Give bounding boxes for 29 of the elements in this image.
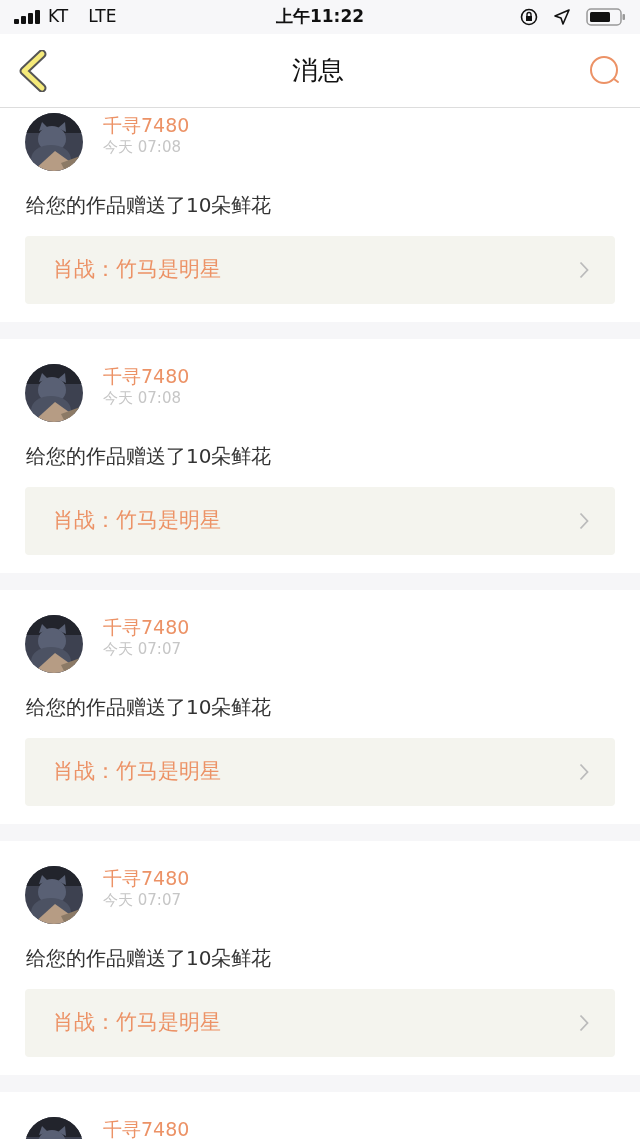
chevron-icon [579,261,589,279]
back-icon[interactable] [18,49,48,92]
chevron-icon [579,1014,589,1032]
work-link[interactable]: 肖战：竹马是明星 [25,989,615,1057]
work-link[interactable]: 肖战：竹马是明星 [25,738,615,806]
battery-icon [586,8,626,26]
message-text: 给您的作品赠送了10朵鲜花 [26,192,273,219]
sender-name[interactable]: 千寻7480 [103,364,190,388]
rotation-lock-icon [520,8,538,26]
message-time: 今天 07:08 [103,137,182,157]
page-title: 消息 [292,54,344,87]
network-type: LTE [88,5,117,29]
chevron-icon [579,763,589,781]
message-text: 给您的作品赠送了10朵鲜花 [26,694,273,721]
status-time: 上午11:22 [275,5,365,29]
work-link[interactable]: 肖战：竹马是明星 [25,487,615,555]
message-time: 今天 07:08 [103,388,182,408]
message-text: 给您的作品赠送了10朵鲜花 [26,945,273,972]
message-time: 今天 07:07 [103,639,182,659]
sender-name[interactable]: 千寻7480 [103,1117,190,1139]
message-time: 今天 07:07 [103,890,182,910]
carrier-name: KT [48,5,69,29]
message-text: 给您的作品赠送了10朵鲜花 [26,443,273,470]
sender-name[interactable]: 千寻7480 [103,866,190,890]
location-icon [554,9,570,25]
chevron-icon [579,512,589,530]
work-link[interactable]: 肖战：竹马是明星 [25,236,615,304]
sender-name[interactable]: 千寻7480 [103,615,190,639]
sender-name[interactable]: 千寻7480 [103,113,190,137]
